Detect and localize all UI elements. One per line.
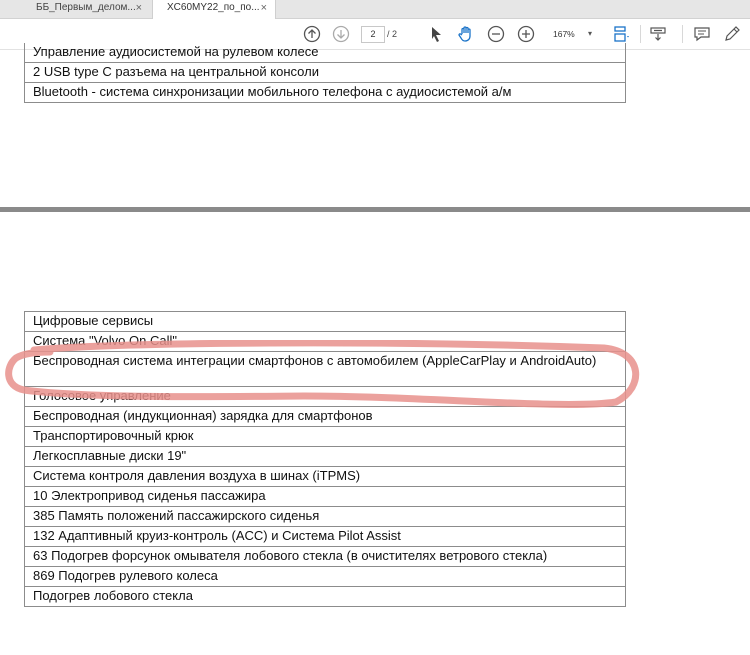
toolbar-separator (640, 25, 641, 43)
document-viewport[interactable]: Управление аудиосистемой на рулевом коле… (0, 43, 750, 655)
table-row: Транспортировочный крюк (24, 426, 626, 447)
table-cell: Система контроля давления воздуха в шина… (24, 466, 626, 487)
table-row: Управление аудиосистемой на рулевом коле… (24, 43, 626, 63)
toolbar-separator (682, 25, 683, 43)
table-row: Беспроводная (индукционная) зарядка для … (24, 406, 626, 427)
table-cell: 2 USB type C разъема на центральной конс… (24, 62, 626, 83)
pen-icon[interactable] (722, 24, 742, 44)
table-cell: 132 Адаптивный круиз-контроль (ACC) и Си… (24, 526, 626, 547)
zoom-select[interactable]: 167% ▾ (548, 26, 594, 42)
prev-page-icon[interactable] (302, 24, 322, 44)
page-number-input[interactable]: 2 (361, 26, 385, 43)
table-row: Цифровые сервисы (24, 311, 626, 332)
table-cell: Беспроводная (индукционная) зарядка для … (24, 406, 626, 427)
zoom-value: 167% (553, 29, 575, 39)
table-cell: 385 Память положений пассажирского сиден… (24, 506, 626, 527)
tab-label: XC60MY22_по_по... (167, 2, 260, 13)
scroll-mode-icon[interactable] (648, 24, 668, 44)
table-cell: Беспроводная система интеграции смартфон… (24, 351, 626, 387)
table-row: Система "Volvo On Call" (24, 331, 626, 352)
spec-table-page-1: Управление аудиосистемой на рулевом коле… (24, 43, 626, 103)
table-cell: Легкосплавные диски 19" (24, 446, 626, 467)
page-divider (0, 207, 750, 212)
chevron-down-icon: ▾ (587, 29, 592, 38)
spec-table-page-2: Цифровые сервисы Система "Volvo On Call"… (24, 311, 626, 607)
tab-document-1[interactable]: ББ_Первым_делом... × (22, 0, 150, 18)
table-row: 385 Память положений пассажирского сиден… (24, 506, 626, 527)
table-cell: Bluetooth - система синхронизации мобиль… (24, 82, 626, 103)
table-cell: Цифровые сервисы (24, 311, 626, 332)
zoom-in-icon[interactable] (516, 24, 536, 44)
tab-close-icon[interactable]: × (261, 0, 267, 16)
table-row: 132 Адаптивный круиз-контроль (ACC) и Си… (24, 526, 626, 547)
hand-tool-icon[interactable] (456, 24, 476, 44)
table-cell: Голосовое управление (24, 386, 626, 407)
table-row: Bluetooth - система синхронизации мобиль… (24, 82, 626, 103)
table-row: Беспроводная система интеграции смартфон… (24, 351, 626, 387)
table-cell: Транспортировочный крюк (24, 426, 626, 447)
table-cell: Система "Volvo On Call" (24, 331, 626, 352)
table-row: Подогрев лобового стекла (24, 586, 626, 607)
table-row: Система контроля давления воздуха в шина… (24, 466, 626, 487)
tab-document-2[interactable]: XC60MY22_по_по... × (152, 0, 276, 19)
fit-page-icon[interactable] (611, 24, 631, 44)
tab-close-icon[interactable]: × (136, 0, 142, 16)
next-page-icon[interactable] (331, 24, 351, 44)
table-cell: 10 Электропривод сиденья пассажира (24, 486, 626, 507)
table-row: 10 Электропривод сиденья пассажира (24, 486, 626, 507)
table-row: Легкосплавные диски 19" (24, 446, 626, 467)
page-total: / 2 (387, 29, 398, 39)
table-cell: Подогрев лобового стекла (24, 586, 626, 607)
table-cell: 869 Подогрев рулевого колеса (24, 566, 626, 587)
zoom-out-icon[interactable] (486, 24, 506, 44)
comment-icon[interactable] (692, 24, 712, 44)
tab-label: ББ_Первым_делом... (36, 2, 136, 13)
table-row: Голосовое управление (24, 386, 626, 407)
table-cell: 63 Подогрев форсунок омывателя лобового … (24, 546, 626, 567)
table-row: 869 Подогрев рулевого колеса (24, 566, 626, 587)
select-cursor-icon[interactable] (426, 24, 446, 44)
table-cell: Управление аудиосистемой на рулевом коле… (24, 43, 626, 63)
table-row: 2 USB type C разъема на центральной конс… (24, 62, 626, 83)
tab-bar: ББ_Первым_делом... × XC60MY22_по_по... × (0, 0, 750, 19)
table-row: 63 Подогрев форсунок омывателя лобового … (24, 546, 626, 567)
